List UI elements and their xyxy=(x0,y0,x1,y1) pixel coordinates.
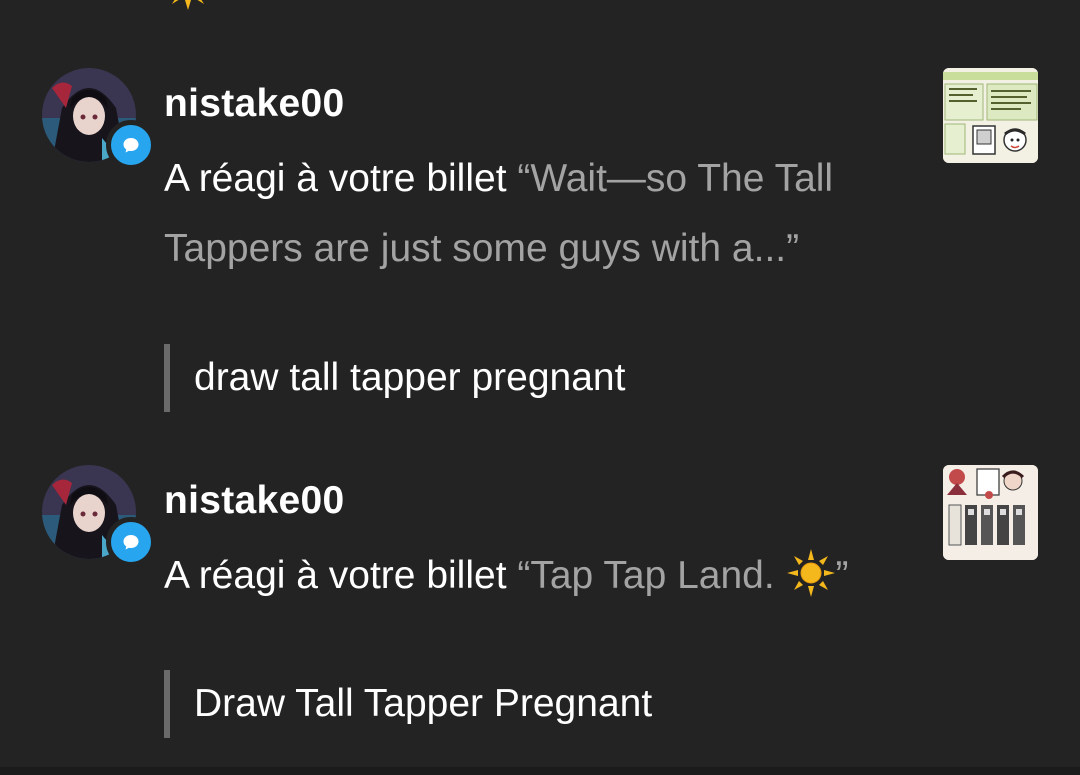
reply-badge xyxy=(106,120,156,170)
speech-bubble-icon xyxy=(123,535,139,550)
reply-badge xyxy=(106,517,156,567)
post-thumbnail[interactable] xyxy=(943,465,1038,560)
reply-text-block: draw tall tapper pregnant xyxy=(164,344,625,412)
post-thumbnail[interactable] xyxy=(943,68,1038,163)
action-text: A réagi à votre billet xyxy=(164,157,518,200)
post-quote-link[interactable]: “Tap Tap Land. ” xyxy=(517,549,849,597)
notification-message: A réagi à votre billet “Tap Tap Land. ” xyxy=(164,541,924,611)
username-link[interactable]: nistake00 xyxy=(164,479,345,523)
speech-bubble-icon xyxy=(123,138,139,153)
avatar-container xyxy=(42,68,156,170)
reply-text-block: Draw Tall Tapper Pregnant xyxy=(164,670,652,738)
avatar-container xyxy=(42,465,156,567)
quote-text-end: ” xyxy=(835,554,849,597)
notifications-page: nistake00 A réagi à votre billet “Wait—s… xyxy=(0,0,1080,775)
bottom-divider xyxy=(0,767,1080,775)
reply-text: Draw Tall Tapper Pregnant xyxy=(194,682,653,725)
sun-emoji-icon xyxy=(172,0,204,10)
sun-emoji-icon xyxy=(786,549,835,597)
notification-message: A réagi à votre billet “Wait—so The Tall… xyxy=(164,144,924,284)
reply-text: draw tall tapper pregnant xyxy=(194,356,626,399)
action-text: A réagi à votre billet xyxy=(164,554,518,597)
quote-text: “Tap Tap Land. xyxy=(517,554,786,597)
username-link[interactable]: nistake00 xyxy=(164,82,345,126)
